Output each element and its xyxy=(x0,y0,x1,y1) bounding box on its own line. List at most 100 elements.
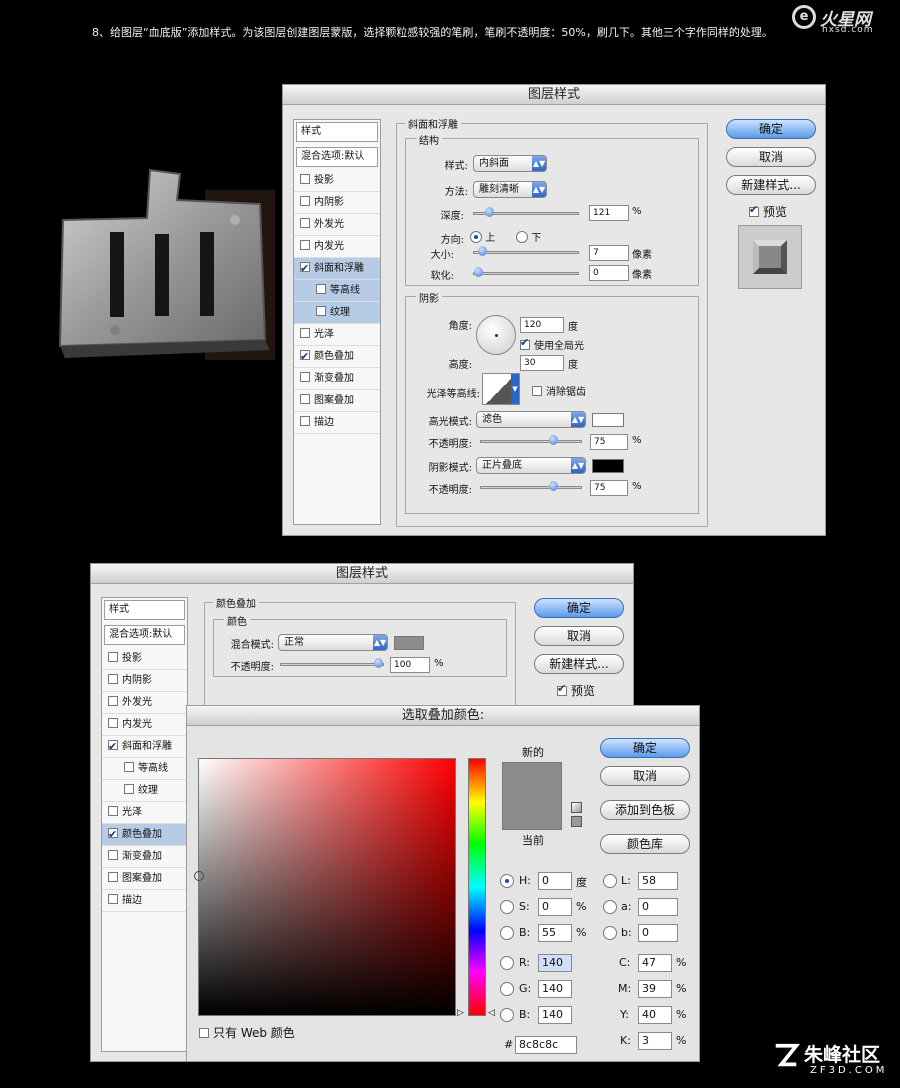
cancel-button[interactable]: 取消 xyxy=(726,147,816,167)
style-checkbox[interactable] xyxy=(108,894,118,904)
depth-slider-thumb[interactable] xyxy=(485,207,495,217)
highlight-opacity-thumb[interactable] xyxy=(549,435,559,445)
style-list-item[interactable]: 颜色叠加 xyxy=(102,824,187,846)
shadow-opacity-input[interactable]: 75 xyxy=(590,480,628,496)
preview-option[interactable]: 预览 xyxy=(749,203,787,220)
cancel-button[interactable]: 取消 xyxy=(534,626,624,646)
s-input[interactable]: 0 xyxy=(538,898,572,916)
style-checkbox[interactable] xyxy=(300,346,310,367)
shadow-opacity-thumb[interactable] xyxy=(549,481,559,491)
style-checkbox[interactable] xyxy=(108,652,118,662)
style-checkbox[interactable] xyxy=(300,218,310,228)
soften-slider-thumb[interactable] xyxy=(474,267,483,277)
angle-input[interactable]: 120 xyxy=(520,317,564,333)
style-checkbox[interactable] xyxy=(316,306,326,316)
l-input[interactable]: 58 xyxy=(638,872,678,890)
c-input[interactable]: 47 xyxy=(638,954,672,972)
altitude-input[interactable]: 30 xyxy=(520,355,564,371)
style-checkbox[interactable] xyxy=(108,872,118,882)
shadow-opacity-slider[interactable] xyxy=(480,481,582,491)
cancel-button[interactable]: 取消 xyxy=(600,766,690,786)
style-list-item[interactable]: 内阴影 xyxy=(102,670,187,692)
direction-up-radio[interactable] xyxy=(470,231,482,243)
style-checkbox[interactable] xyxy=(108,674,118,684)
global-light-checkbox[interactable] xyxy=(520,336,530,350)
r-radio[interactable] xyxy=(500,956,514,970)
blue-input[interactable]: 140 xyxy=(538,1006,572,1024)
direction-up-option[interactable]: 上 xyxy=(470,229,495,244)
style-list-item[interactable]: 等高线 xyxy=(294,280,380,302)
style-checkbox[interactable] xyxy=(316,284,326,294)
h-radio[interactable] xyxy=(500,874,514,888)
technique-select[interactable]: 雕刻清晰 ▲▼ xyxy=(473,181,547,198)
ok-button[interactable]: 确定 xyxy=(726,119,816,139)
preview-checkbox[interactable] xyxy=(749,203,759,217)
depth-slider[interactable] xyxy=(473,207,579,217)
style-list-item[interactable]: 光泽 xyxy=(102,802,187,824)
style-list-item[interactable]: 描边 xyxy=(102,890,187,912)
style-checkbox[interactable] xyxy=(108,736,118,757)
ok-button[interactable]: 确定 xyxy=(534,598,624,618)
style-checkbox[interactable] xyxy=(108,824,118,845)
a-input[interactable]: 0 xyxy=(638,898,678,916)
gloss-contour-picker[interactable]: ▼ xyxy=(482,373,520,405)
color-field-cursor[interactable] xyxy=(194,871,204,881)
overlay-color-swatch[interactable] xyxy=(394,636,424,650)
h-input[interactable]: 0 xyxy=(538,872,572,890)
web-only-checkbox[interactable] xyxy=(199,1028,209,1038)
highlight-opacity-input[interactable]: 75 xyxy=(590,434,628,450)
style-list-item[interactable]: 图案叠加 xyxy=(102,868,187,890)
web-safe-swatch-icon[interactable] xyxy=(571,816,582,827)
style-checkbox[interactable] xyxy=(300,174,310,184)
style-checkbox[interactable] xyxy=(300,240,310,250)
style-checkbox[interactable] xyxy=(108,718,118,728)
anti-aliased-option[interactable]: 消除锯齿 xyxy=(532,383,586,398)
style-list-item[interactable]: 渐变叠加 xyxy=(102,846,187,868)
a-radio[interactable] xyxy=(603,900,617,914)
new-style-button[interactable]: 新建样式... xyxy=(534,654,624,674)
add-to-swatches-button[interactable]: 添加到色板 xyxy=(600,800,690,820)
style-list-item[interactable]: 斜面和浮雕 xyxy=(294,258,380,280)
size-slider-thumb[interactable] xyxy=(477,246,487,256)
g-input[interactable]: 140 xyxy=(538,980,572,998)
style-list-item[interactable]: 投影 xyxy=(102,648,187,670)
shadow-mode-select[interactable]: 正片叠底 ▲▼ xyxy=(476,457,586,474)
direction-down-radio[interactable] xyxy=(516,231,528,243)
shadow-color-swatch[interactable] xyxy=(592,459,624,473)
style-list-item[interactable]: 纹理 xyxy=(294,302,380,324)
style-checkbox[interactable] xyxy=(300,196,310,206)
style-list-item[interactable]: 等高线 xyxy=(102,758,187,780)
style-checkbox[interactable] xyxy=(108,696,118,706)
style-checkbox[interactable] xyxy=(108,806,118,816)
style-checkbox[interactable] xyxy=(124,762,134,772)
hue-slider-right-arrow[interactable]: ◁ xyxy=(488,1008,495,1018)
style-checkbox[interactable] xyxy=(300,394,310,404)
overlay-opacity-slider[interactable] xyxy=(280,658,384,668)
use-global-light[interactable]: 使用全局光 xyxy=(520,336,584,352)
soften-input[interactable]: 0 xyxy=(589,265,629,281)
style-list-item[interactable]: 内阴影 xyxy=(294,192,380,214)
new-style-button[interactable]: 新建样式... xyxy=(726,175,816,195)
preview-option[interactable]: 预览 xyxy=(557,682,595,699)
s-radio[interactable] xyxy=(500,900,514,914)
hex-input[interactable]: 8c8c8c xyxy=(515,1036,577,1054)
b-lab-radio[interactable] xyxy=(603,926,617,940)
style-list-item[interactable]: 颜色叠加 xyxy=(294,346,380,368)
style-checkbox[interactable] xyxy=(108,850,118,860)
depth-input[interactable]: 121 xyxy=(589,205,629,221)
blue-radio[interactable] xyxy=(500,1008,514,1022)
overlay-opacity-input[interactable]: 100 xyxy=(390,657,430,673)
preview-checkbox[interactable] xyxy=(557,682,567,696)
size-slider[interactable] xyxy=(473,246,579,256)
y-input[interactable]: 40 xyxy=(638,1006,672,1024)
k-input[interactable]: 3 xyxy=(638,1032,672,1050)
size-input[interactable]: 7 xyxy=(589,245,629,261)
style-list-item[interactable]: 纹理 xyxy=(102,780,187,802)
blending-options-default[interactable]: 混合选项:默认 xyxy=(104,625,185,645)
style-checkbox[interactable] xyxy=(300,372,310,382)
web-only-option[interactable]: 只有 Web 颜色 xyxy=(199,1024,295,1041)
style-checkbox[interactable] xyxy=(300,328,310,338)
style-list-item[interactable]: 斜面和浮雕 xyxy=(102,736,187,758)
m-input[interactable]: 39 xyxy=(638,980,672,998)
anti-aliased-checkbox[interactable] xyxy=(532,386,542,396)
